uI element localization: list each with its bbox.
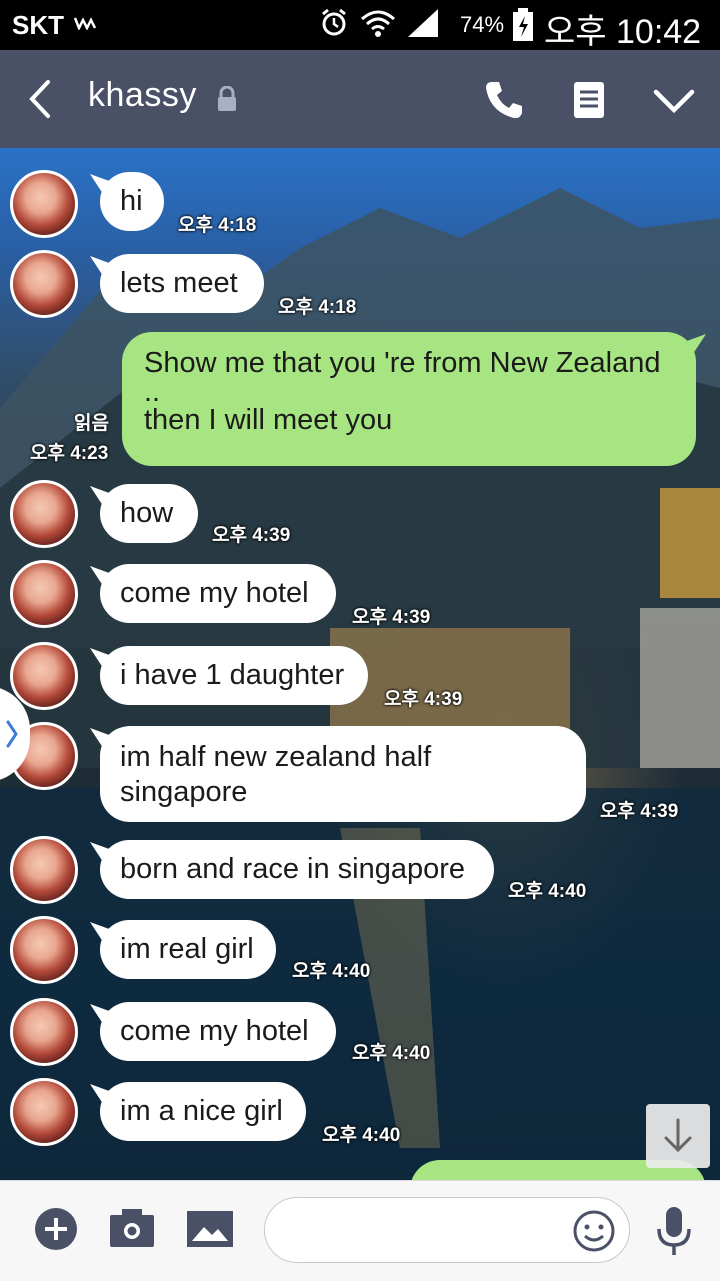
add-icon[interactable] bbox=[30, 1203, 82, 1255]
incoming-bubble[interactable]: im a nice girl bbox=[100, 1082, 306, 1141]
avatar[interactable] bbox=[10, 250, 78, 318]
incoming-bubble[interactable]: how bbox=[100, 484, 198, 543]
message-time: 오후 4:40 bbox=[322, 1125, 401, 1146]
message-time: 오후 4:40 bbox=[508, 881, 587, 902]
message-line: im half new zealand half bbox=[120, 741, 432, 773]
input-bar bbox=[0, 1180, 720, 1281]
signal-mini-icon bbox=[73, 14, 98, 35]
avatar[interactable] bbox=[10, 170, 78, 238]
battery-percent: 74% bbox=[460, 12, 505, 37]
incoming-bubble[interactable]: born and race in singapore bbox=[100, 840, 494, 899]
outgoing-bubble[interactable]: Show me that you 're from New Zealand ..… bbox=[122, 332, 696, 466]
signal-icon bbox=[406, 7, 440, 44]
chat-title: khassy bbox=[88, 76, 197, 114]
message-line: singapore bbox=[120, 776, 248, 808]
message-line: then I will meet you bbox=[144, 404, 393, 436]
message-time: 오후 4:40 bbox=[292, 961, 371, 982]
incoming-bubble[interactable]: i have 1 daughter bbox=[100, 646, 368, 705]
message-time: 오후 4:39 bbox=[600, 801, 679, 822]
message-line: Show me that you 're from New Zealand bbox=[144, 347, 661, 379]
arrow-down-icon bbox=[664, 1118, 692, 1153]
notes-icon[interactable] bbox=[566, 76, 614, 124]
scroll-to-bottom-button[interactable] bbox=[646, 1104, 710, 1168]
clock: 오후 10:42 bbox=[544, 13, 702, 51]
alarm-icon bbox=[318, 7, 350, 44]
message-time: 오후 4:40 bbox=[352, 1043, 431, 1064]
message-time: 오후 4:39 bbox=[384, 689, 463, 710]
avatar[interactable] bbox=[10, 998, 78, 1066]
lock-icon bbox=[216, 85, 238, 117]
battery-icon bbox=[512, 8, 534, 47]
status-bar: SKT 74% 오후 10:42 bbox=[0, 0, 720, 51]
chat-area[interactable]: hi 오후 4:18 lets meet 오후 4:18 읽음 오후 4:23 … bbox=[0, 148, 720, 1180]
message-time: 오후 4:39 bbox=[352, 607, 431, 628]
side-drawer-tab[interactable] bbox=[0, 686, 30, 782]
read-receipt: 읽음 bbox=[74, 413, 109, 434]
incoming-bubble[interactable]: hi bbox=[100, 172, 164, 231]
phone-icon[interactable] bbox=[480, 76, 528, 124]
camera-icon[interactable] bbox=[106, 1203, 158, 1255]
carrier-label: SKT bbox=[12, 10, 64, 40]
mic-icon[interactable] bbox=[654, 1205, 694, 1262]
message-time: 오후 4:39 bbox=[212, 525, 291, 546]
message-time: 오후 4:23 bbox=[30, 443, 109, 464]
incoming-bubble[interactable]: lets meet bbox=[100, 254, 264, 313]
incoming-bubble[interactable]: come my hotel bbox=[100, 564, 336, 623]
message-time: 오후 4:18 bbox=[278, 297, 357, 318]
chat-header: khassy bbox=[0, 50, 720, 148]
chevron-right-icon bbox=[6, 720, 18, 748]
incoming-bubble[interactable]: im half new zealand half singapore bbox=[100, 726, 586, 822]
message-time: 오후 4:18 bbox=[178, 215, 257, 236]
message-line: .. bbox=[144, 376, 161, 408]
back-icon[interactable] bbox=[22, 76, 62, 122]
image-icon[interactable] bbox=[184, 1203, 236, 1255]
avatar[interactable] bbox=[10, 480, 78, 548]
status-icons bbox=[318, 6, 440, 44]
emoji-icon[interactable] bbox=[572, 1209, 616, 1258]
chevron-down-icon[interactable] bbox=[650, 76, 698, 124]
avatar[interactable] bbox=[10, 836, 78, 904]
incoming-bubble[interactable]: im real girl bbox=[100, 920, 276, 979]
wifi-icon bbox=[360, 7, 396, 44]
avatar[interactable] bbox=[10, 1078, 78, 1146]
avatar[interactable] bbox=[10, 916, 78, 984]
avatar[interactable] bbox=[10, 560, 78, 628]
incoming-bubble[interactable]: come my hotel bbox=[100, 1002, 336, 1061]
